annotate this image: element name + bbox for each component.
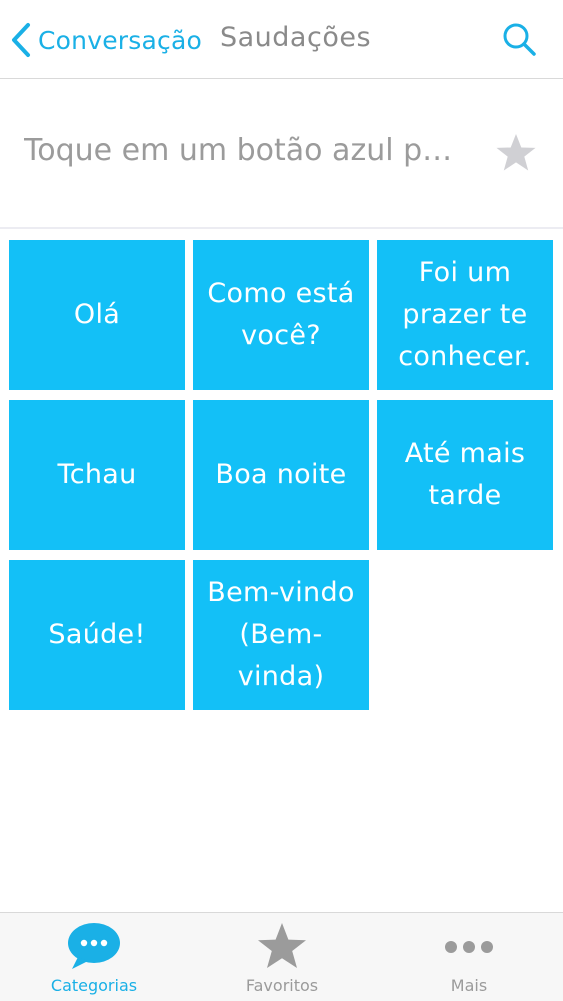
tab-favoritos[interactable]: Favoritos [188, 913, 376, 1001]
tab-label: Favoritos [245, 976, 319, 995]
tab-label: Categorias [50, 976, 138, 995]
prompt-text: Toque em um botão azul p… [24, 133, 453, 168]
page-title: Saudações [220, 22, 372, 53]
phrase-tile[interactable]: Até mais tarde [377, 400, 553, 550]
back-button-label: Conversação [38, 25, 202, 55]
phrase-tile[interactable]: Tchau [9, 400, 185, 550]
navigation-bar: Conversação Saudações [0, 0, 563, 79]
search-button[interactable] [498, 18, 542, 62]
tab-mais[interactable]: Mais [375, 913, 563, 1001]
tab-label: Mais [450, 976, 488, 995]
phrase-tile[interactable]: Boa noite [193, 400, 369, 550]
search-icon [498, 23, 542, 66]
tab-bar: Categorias Favoritos Mais [0, 912, 563, 1001]
back-button[interactable]: Conversação [10, 18, 202, 62]
chevron-left-icon [10, 22, 32, 58]
favorite-button[interactable] [494, 131, 538, 175]
phrase-tile[interactable]: Bem-vindo (Bem-vinda) [193, 560, 369, 710]
star-icon [494, 134, 538, 179]
star-icon [256, 921, 308, 975]
phrase-tile[interactable]: Saúde! [9, 560, 185, 710]
phrase-tile[interactable]: Olá [9, 240, 185, 390]
chat-bubble-icon [66, 921, 122, 975]
phrase-tile[interactable]: Foi um prazer te conhecer. [377, 240, 553, 390]
phrase-display: Toque em um botão azul p… [0, 79, 563, 229]
tab-categorias[interactable]: Categorias [0, 913, 188, 1001]
more-dots-icon [441, 921, 497, 975]
phrase-tile[interactable]: Como está você? [193, 240, 369, 390]
